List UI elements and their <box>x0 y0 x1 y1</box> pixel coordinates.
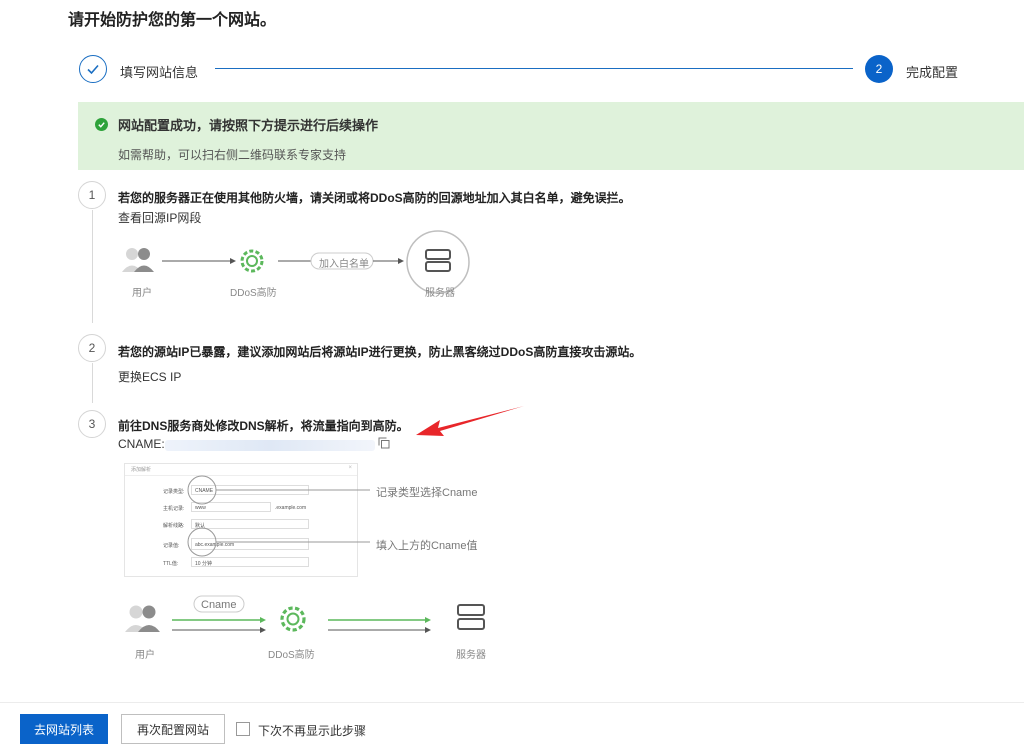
step-1-label: 填写网站信息 <box>120 65 199 80</box>
step-vertical-line <box>92 210 93 323</box>
copy-icon[interactable] <box>378 437 390 449</box>
step-number-2: 2 <box>78 334 106 362</box>
step-2-label: 完成配置 <box>906 65 959 80</box>
footer-action-bar: 去网站列表 再次配置网站 下次不再显示此步骤 <box>0 702 1024 749</box>
item-3-title: 前往DNS服务商处修改DNS解析，将流量指向到高防。 <box>118 419 409 433</box>
ddos-shield-gear-icon <box>280 606 306 632</box>
step-done-check-icon <box>79 55 107 83</box>
page-title: 请开始防护您的第一个网站。 <box>68 12 277 29</box>
dont-show-again-label[interactable]: 下次不再显示此步骤 <box>258 722 366 739</box>
banner-title: 网站配置成功，请按照下方提示进行后续操作 <box>118 118 379 133</box>
banner-subtitle: 如需帮助，可以扫右侧二维码联系专家支持 <box>118 148 347 162</box>
go-to-site-list-button[interactable]: 去网站列表 <box>20 714 108 744</box>
annotation-record-type: 记录类型选择Cname <box>376 487 478 499</box>
success-banner: 网站配置成功，请按照下方提示进行后续操作 如需帮助，可以扫右侧二维码联系专家支持 <box>78 102 1024 170</box>
user-icon <box>125 605 160 632</box>
diagram1-user-label: 用户 <box>132 288 152 299</box>
annotation-record-value: 填入上方的Cname值 <box>376 540 478 552</box>
progress-steps: 填写网站信息 2 完成配置 <box>79 54 964 84</box>
user-icon <box>122 248 154 272</box>
mini-row-label: TTL值: <box>163 561 179 567</box>
diagram1-ddos-label: DDoS高防 <box>230 288 277 299</box>
step-number-3: 3 <box>78 410 106 438</box>
step-vertical-line <box>92 363 93 403</box>
mini-row-label: 记录值: <box>163 543 180 549</box>
view-origin-ip-link[interactable]: 查看回源IP网段 <box>118 209 201 226</box>
cname-value-redacted <box>165 440 375 451</box>
diagram2-user-label: 用户 <box>135 650 155 661</box>
item-2-title: 若您的源站IP已暴露，建议添加网站后将源站IP进行更换，防止黑客绕过DDoS高防… <box>118 345 642 359</box>
step-connector-line <box>215 68 853 69</box>
diagram2-server-label: 服务器 <box>456 650 486 661</box>
cname-label: CNAME: <box>118 437 165 451</box>
traffic-diagram-1 <box>122 230 470 294</box>
server-icon <box>457 604 485 630</box>
change-ecs-ip-link[interactable]: 更换ECS IP <box>118 368 181 385</box>
mini-form-annotations <box>187 475 370 557</box>
step-2-number: 2 <box>865 55 893 83</box>
mini-form-header: 添加解析 <box>131 467 152 473</box>
dont-show-again-checkbox[interactable] <box>236 722 250 736</box>
ddos-shield-gear-icon <box>240 249 264 273</box>
step-number-1: 1 <box>78 181 106 209</box>
item-1-title: 若您的服务器正在使用其他防火墙，请关闭或将DDoS高防的回源地址加入其白名单，避… <box>118 191 631 205</box>
whitelist-tag: 加入白名单 <box>319 259 369 270</box>
diagram2-ddos-label: DDoS高防 <box>268 650 315 661</box>
annotation-arrow <box>416 406 524 436</box>
diagram1-server-label: 服务器 <box>425 288 455 299</box>
success-check-icon <box>95 118 108 131</box>
reconfigure-site-button[interactable]: 再次配置网站 <box>121 714 225 744</box>
cname-tag: Cname <box>201 599 237 611</box>
traffic-diagram-2 <box>125 595 485 633</box>
